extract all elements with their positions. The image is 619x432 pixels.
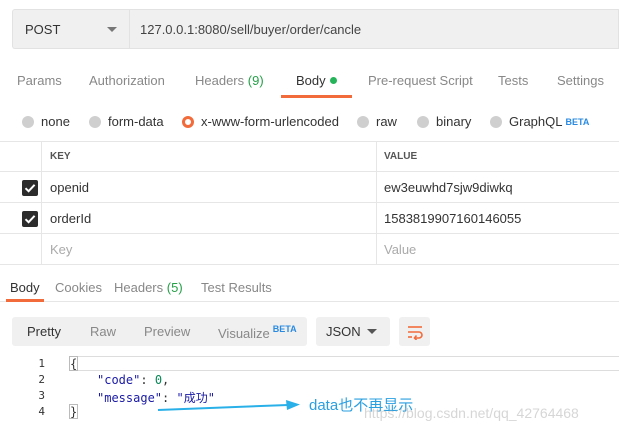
radio-none[interactable]: none [22, 114, 70, 129]
radio-graphql[interactable]: GraphQL BETA [490, 114, 589, 129]
method-label: POST [25, 21, 61, 37]
method-select[interactable]: POST [12, 9, 129, 49]
radio-label: GraphQL [509, 114, 563, 129]
response-tab-cookies[interactable]: Cookies [55, 280, 102, 295]
code-text: } [70, 405, 78, 419]
response-tab-test-results[interactable]: Test Results [201, 280, 272, 295]
code-text: { [70, 357, 78, 371]
chevron-down-icon [107, 27, 117, 32]
param-value[interactable]: ew3euwhd7sjw9diwkq [377, 172, 619, 202]
tab-body[interactable]: Body [296, 73, 337, 88]
radio-label: none [41, 114, 70, 129]
tab-settings[interactable]: Settings [557, 73, 604, 88]
format-label: JSON [326, 324, 361, 339]
beta-badge: BETA [565, 116, 590, 127]
response-tabs: Body Cookies Headers (5) Test Results [0, 272, 619, 302]
view-raw[interactable]: Raw [90, 324, 116, 339]
radio-label: raw [376, 114, 397, 129]
view-visualize[interactable]: Visualize BETA [218, 324, 297, 341]
radio-circle-icon [417, 115, 429, 128]
table-row: openid ew3euwhd7sjw9diwkq [0, 172, 619, 203]
checkbox-cell [0, 203, 42, 233]
param-key[interactable]: orderId [42, 203, 377, 233]
code-text: "code": 0, [97, 373, 170, 387]
radio-binary[interactable]: binary [417, 114, 471, 129]
radio-selected-icon [182, 115, 194, 128]
checkbox-checked-icon[interactable] [22, 180, 38, 196]
radio-label: binary [436, 114, 472, 129]
view-pretty[interactable]: Pretty [27, 324, 61, 339]
radio-circle-icon [89, 115, 101, 128]
value-header: VALUE [384, 151, 418, 162]
chevron-down-icon [367, 329, 377, 334]
code-line: 1 { [0, 357, 619, 373]
line-number: 4 [38, 405, 45, 418]
headers-count: (9) [247, 73, 264, 88]
response-tab-body[interactable]: Body [10, 280, 40, 295]
active-dot-icon [329, 77, 337, 84]
radio-x-www-form-urlencoded[interactable]: x-www-form-urlencoded [182, 114, 339, 129]
table-header: KEY VALUE [0, 142, 619, 172]
header-checkbox-cell [0, 142, 42, 171]
line-number: 3 [38, 389, 45, 402]
url-input[interactable]: 127.0.0.1:8080/sell/buyer/order/cancle [129, 9, 619, 49]
body-type-options: none form-data x-www-form-urlencoded raw… [0, 110, 619, 134]
radio-circle-icon [22, 115, 34, 128]
watermark: https://blog.csdn.net/qq_42764468 [364, 405, 579, 421]
view-mode-toggle: Pretty Raw Preview Visualize BETA [12, 317, 307, 346]
tab-params[interactable]: Params [17, 73, 62, 88]
beta-badge: BETA [272, 324, 297, 334]
wrap-lines-icon [407, 325, 423, 340]
params-table: KEY VALUE openid ew3euwhd7sjw9diwkq orde… [0, 141, 619, 265]
line-number: 2 [38, 373, 45, 386]
param-key[interactable]: openid [42, 172, 377, 202]
response-active-tab-indicator [6, 299, 44, 302]
wrap-lines-button[interactable] [399, 317, 430, 346]
code-text: "message": "成功" [97, 391, 215, 405]
table-row-empty: Key Value [0, 234, 619, 265]
active-tab-indicator [281, 95, 352, 98]
radio-label: form-data [108, 114, 164, 129]
response-tab-headers[interactable]: Headers (5) [114, 280, 183, 295]
radio-circle-icon [357, 115, 369, 128]
code-line: 2 "code": 0, [0, 373, 619, 389]
radio-label: x-www-form-urlencoded [201, 114, 339, 129]
format-select[interactable]: JSON [316, 317, 390, 346]
request-tabs: Params Authorization Headers (9) Body Pr… [0, 62, 619, 98]
checkbox-cell [0, 234, 42, 264]
response-headers-count: (5) [166, 280, 183, 295]
checkbox-cell [0, 172, 42, 202]
tab-tests[interactable]: Tests [498, 73, 528, 88]
param-value[interactable]: 1583819907160146055 [377, 203, 619, 233]
line-number: 1 [38, 357, 45, 370]
key-header: KEY [42, 142, 377, 171]
tab-authorization[interactable]: Authorization [89, 73, 165, 88]
new-value-input[interactable]: Value [377, 234, 619, 264]
tab-pre-request-script[interactable]: Pre-request Script [368, 73, 473, 88]
radio-raw[interactable]: raw [357, 114, 397, 129]
tab-headers[interactable]: Headers (9) [195, 73, 264, 88]
new-key-input[interactable]: Key [42, 234, 377, 264]
view-preview[interactable]: Preview [144, 324, 190, 339]
radio-circle-icon [490, 115, 502, 128]
request-bar: POST 127.0.0.1:8080/sell/buyer/order/can… [12, 9, 619, 49]
radio-form-data[interactable]: form-data [89, 114, 164, 129]
table-row: orderId 1583819907160146055 [0, 203, 619, 234]
checkbox-checked-icon[interactable] [22, 211, 38, 227]
